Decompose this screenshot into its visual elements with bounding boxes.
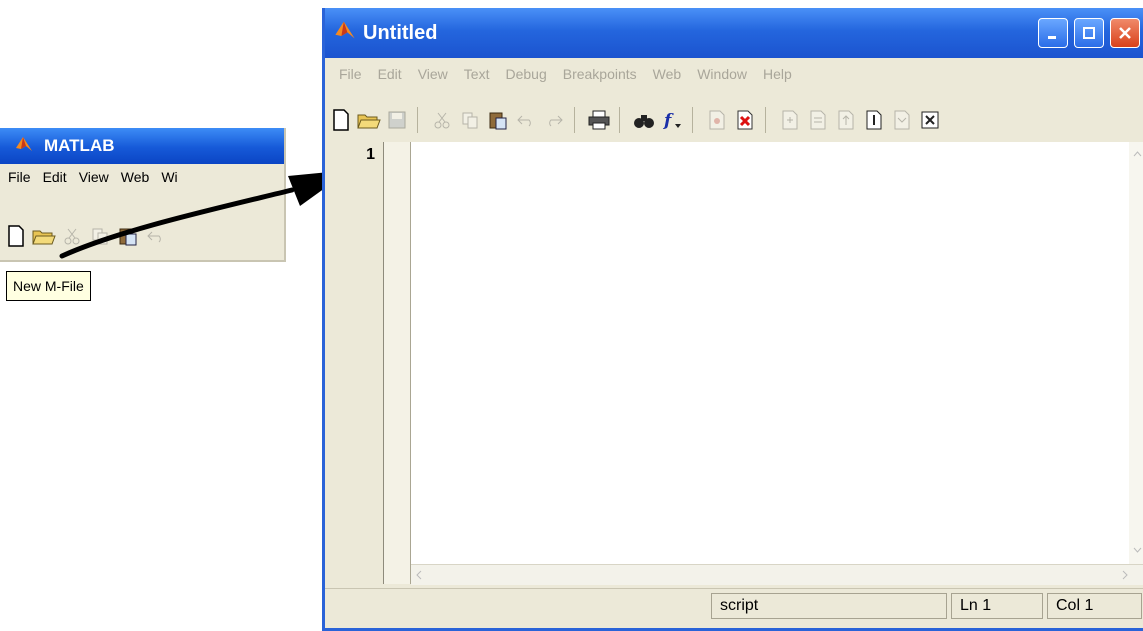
status-line: Ln 1	[951, 593, 1043, 619]
copy-icon[interactable]	[458, 108, 482, 132]
editor-menubar: File Edit View Text Debug Breakpoints We…	[325, 62, 1143, 86]
editor-title: Untitled	[363, 21, 438, 44]
toolbar-separator	[765, 107, 766, 133]
step-icon[interactable]	[778, 108, 802, 132]
menu-file[interactable]: File	[339, 66, 362, 82]
minimize-button[interactable]	[1038, 18, 1068, 48]
menu-window[interactable]: Window	[697, 66, 747, 82]
exit-debug-icon[interactable]	[918, 108, 942, 132]
clear-breakpoints-icon[interactable]	[733, 108, 757, 132]
continue-icon[interactable]	[862, 108, 886, 132]
paste-icon[interactable]	[486, 108, 510, 132]
function-icon[interactable]: f	[660, 108, 684, 132]
menu-help[interactable]: Help	[763, 66, 792, 82]
menu-text[interactable]: Text	[464, 66, 490, 82]
open-folder-icon[interactable]	[357, 108, 381, 132]
step-in-icon[interactable]	[806, 108, 830, 132]
status-col: Col 1	[1047, 593, 1142, 619]
toolbar-separator	[619, 107, 620, 133]
find-binoculars-icon[interactable]	[632, 108, 656, 132]
status-bar: script Ln 1 Col 1	[325, 588, 1143, 625]
toolbar-separator	[417, 107, 418, 133]
menu-edit[interactable]: Edit	[378, 66, 402, 82]
menu-web[interactable]: Web	[653, 66, 682, 82]
code-editor-area[interactable]	[411, 142, 1143, 564]
status-mode: script	[711, 593, 947, 619]
toolbar-separator	[574, 107, 575, 133]
vertical-scrollbar[interactable]	[1129, 142, 1143, 564]
stack-icon[interactable]	[890, 108, 914, 132]
new-file-icon[interactable]	[329, 108, 353, 132]
menu-view[interactable]: View	[418, 66, 448, 82]
menu-breakpoints[interactable]: Breakpoints	[563, 66, 637, 82]
line-number: 1	[366, 146, 375, 163]
step-out-icon[interactable]	[834, 108, 858, 132]
editor-window: Untitled File Edit View Text Debug Break…	[322, 8, 1143, 631]
menu-debug[interactable]: Debug	[505, 66, 546, 82]
line-number-gutter: 1	[333, 142, 384, 584]
cut-icon[interactable]	[430, 108, 454, 132]
set-breakpoint-icon[interactable]	[705, 108, 729, 132]
editor-toolbar: f	[325, 102, 1143, 138]
toolbar-separator	[692, 107, 693, 133]
svg-text:f: f	[663, 111, 674, 130]
maximize-button[interactable]	[1074, 18, 1104, 48]
horizontal-scrollbar[interactable]	[411, 564, 1143, 585]
matlab-logo-icon	[333, 18, 357, 48]
editor-title-bar[interactable]: Untitled	[325, 8, 1143, 58]
redo-icon[interactable]	[542, 108, 566, 132]
save-icon[interactable]	[385, 108, 409, 132]
print-icon[interactable]	[587, 108, 611, 132]
close-button[interactable]	[1110, 18, 1140, 48]
undo-icon[interactable]	[514, 108, 538, 132]
breakpoint-column[interactable]	[384, 142, 411, 584]
